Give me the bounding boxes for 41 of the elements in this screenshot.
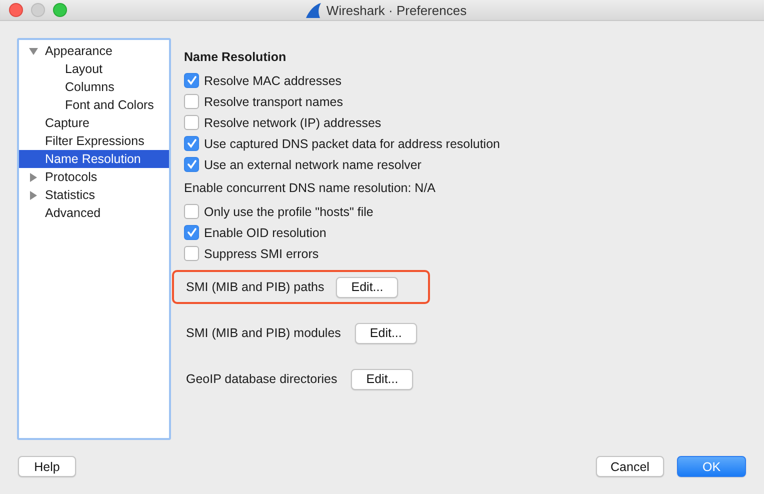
cancel-button[interactable]: Cancel <box>596 456 664 477</box>
info-text: Enable concurrent DNS name resolution: N/A <box>184 180 437 197</box>
checkbox-label: Suppress SMI errors <box>204 246 319 260</box>
edit-button[interactable]: Edit... <box>354 322 417 344</box>
edit-button[interactable]: Edit... <box>351 368 414 390</box>
tree-item[interactable]: Name Resolution <box>19 150 169 168</box>
section-heading: Name Resolution <box>184 50 288 66</box>
close-button[interactable] <box>9 3 23 17</box>
setting-label: SMI (MIB and PIB) paths <box>186 280 324 294</box>
checkbox-label: Use an external network name resolver <box>204 158 422 172</box>
tree-item[interactable]: Columns <box>19 78 169 96</box>
checkbox[interactable] <box>184 136 199 151</box>
tree-item[interactable]: Font and Colors <box>19 96 169 114</box>
checkbox[interactable] <box>184 94 199 109</box>
zoom-button[interactable] <box>53 3 67 17</box>
checkbox-label: Enable OID resolution <box>204 226 326 240</box>
setting-label: SMI (MIB and PIB) modules <box>186 326 341 340</box>
tree-item[interactable]: Protocols <box>19 168 169 186</box>
tree-item[interactable]: Statistics <box>19 186 169 204</box>
tree-item[interactable]: Layout <box>19 60 169 78</box>
checkbox[interactable] <box>184 246 199 261</box>
checkbox-label: Use captured DNS packet data for address resolution <box>204 136 500 150</box>
checkbox[interactable] <box>184 225 199 240</box>
setting-label: GeoIP database directories <box>186 372 338 386</box>
checkbox-label: Resolve transport names <box>204 94 343 108</box>
tree-item[interactable]: Appearance <box>19 42 169 60</box>
edit-button[interactable]: Edit... <box>336 276 398 298</box>
tree-item[interactable]: Filter Expressions <box>19 132 169 150</box>
checkbox[interactable] <box>184 157 199 172</box>
tree-item[interactable]: Capture <box>19 114 169 132</box>
checkbox-label: Only use the profile "hosts" file <box>204 204 374 218</box>
expanded-triangle-icon[interactable] <box>28 46 38 56</box>
tree-item[interactable]: Advanced <box>19 204 169 222</box>
help-button[interactable]: Help <box>18 456 76 477</box>
checkbox[interactable] <box>184 115 199 130</box>
checkbox-label: Resolve MAC addresses <box>204 74 342 88</box>
shark-fin-icon <box>305 2 322 18</box>
checkbox-label: Resolve network (IP) addresses <box>204 116 382 130</box>
checkbox[interactable] <box>184 204 199 219</box>
window-title: Wireshark · Preferences <box>326 2 467 18</box>
checkbox[interactable] <box>184 73 199 88</box>
